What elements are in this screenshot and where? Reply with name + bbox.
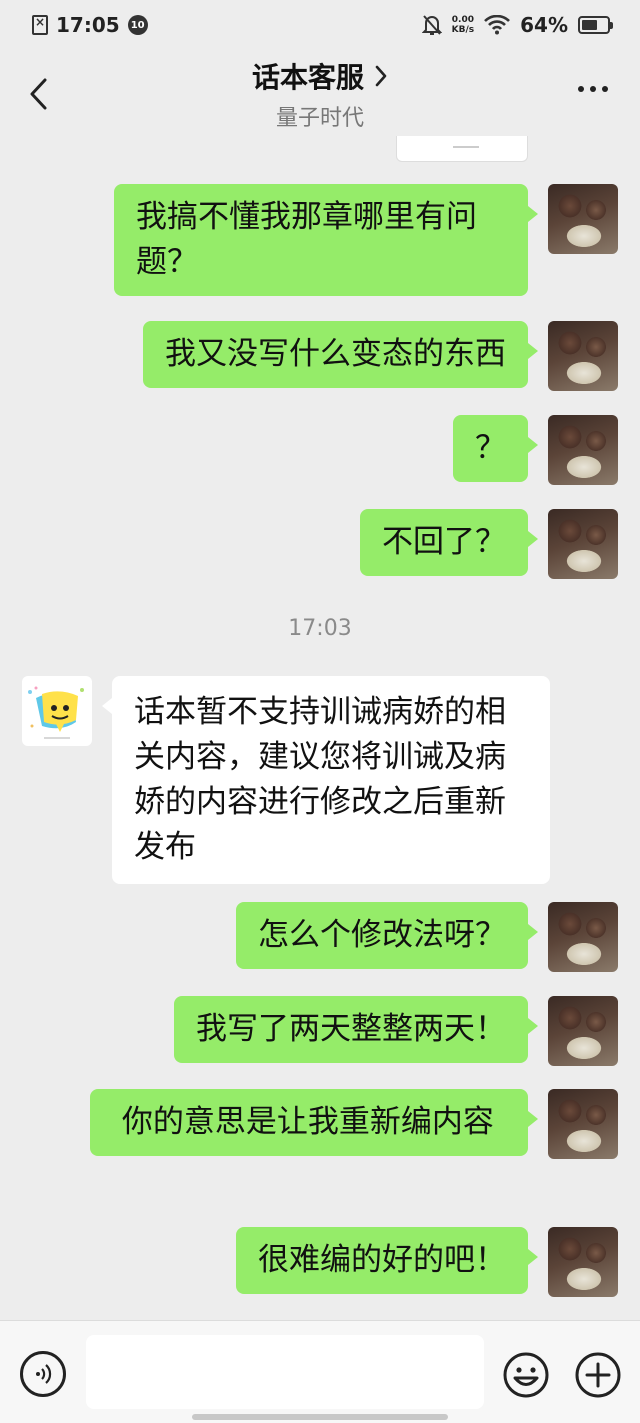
- emoji-icon: [503, 1352, 549, 1398]
- chat-title: 话本客服: [251, 61, 364, 94]
- chat-title-link[interactable]: 话本客服: [252, 56, 388, 96]
- battery-icon: [578, 16, 613, 34]
- status-bar: 17:05 10 0.00 KB/s 64%: [0, 0, 640, 50]
- message-row-sent: 很难编的好的吧！: [236, 1227, 618, 1297]
- more-dot: [590, 86, 596, 92]
- more-dot: [578, 86, 584, 92]
- status-left: 17:05 10: [32, 13, 148, 37]
- more-button[interactable]: [576, 80, 610, 98]
- sent-bubble[interactable]: ？: [453, 415, 538, 482]
- notification-badge: 10: [127, 15, 148, 35]
- user-avatar[interactable]: [548, 1227, 618, 1297]
- received-bubble[interactable]: 话本暂不支持训诫病娇的相关内容，建议您将训诫及病娇的内容进行修改之后重新发布: [102, 676, 550, 884]
- sent-bubble[interactable]: 不回了？: [360, 509, 538, 576]
- user-avatar[interactable]: [548, 509, 618, 579]
- net-speed-value: 0.00: [451, 15, 474, 25]
- emoji-button[interactable]: [502, 1351, 550, 1399]
- sent-bubble[interactable]: 我写了两天整整两天！: [174, 996, 538, 1063]
- sent-bubble[interactable]: 很难编的好的吧！: [236, 1227, 538, 1294]
- user-avatar[interactable]: [548, 1089, 618, 1159]
- message-row-received: 话本暂不支持训诫病娇的相关内容，建议您将训诫及病娇的内容进行修改之后重新发布: [22, 676, 550, 884]
- plus-button[interactable]: [574, 1351, 622, 1399]
- net-speed-unit: KB/s: [451, 25, 475, 35]
- sent-bubble[interactable]: 我搞不懂我那章哪里有问题？: [114, 184, 538, 296]
- status-time: 17:05: [56, 13, 120, 37]
- user-avatar[interactable]: [548, 321, 618, 391]
- more-dot: [602, 86, 608, 92]
- message-row-sent: 我写了两天整整两天！: [174, 996, 618, 1066]
- home-indicator[interactable]: [192, 1414, 448, 1420]
- message-row-sent: 不回了？: [360, 509, 618, 579]
- net-speed: 0.00 KB/s: [452, 15, 474, 35]
- user-avatar[interactable]: [548, 902, 618, 972]
- input-bar: [0, 1320, 640, 1423]
- wifi-icon: [484, 15, 511, 35]
- mute-bell-icon: [421, 15, 442, 35]
- card-line: [453, 146, 479, 148]
- message-row-sent: 我搞不懂我那章哪里有问题？: [114, 184, 618, 296]
- service-logo-icon: [28, 686, 84, 739]
- chat-subtitle: 量子时代: [275, 106, 364, 131]
- battery-fill: [582, 20, 598, 30]
- voice-button[interactable]: [20, 1351, 66, 1397]
- title-bar: 话本客服 量子时代: [0, 50, 640, 136]
- battery-percent: 64%: [520, 13, 568, 37]
- service-avatar[interactable]: [22, 676, 92, 746]
- user-avatar[interactable]: [548, 996, 618, 1066]
- timestamp: 17:03: [288, 616, 352, 641]
- message-row-sent: 你的意思是让我重新编内容: [90, 1089, 618, 1159]
- plus-icon: [575, 1352, 621, 1398]
- chevron-right-icon: [375, 65, 387, 87]
- user-avatar[interactable]: [548, 184, 618, 254]
- message-input[interactable]: [86, 1335, 484, 1409]
- title-wrap: 话本客服 量子时代: [0, 56, 640, 132]
- message-row-sent: 怎么个修改法呀？: [236, 902, 618, 972]
- no-sim-icon: [32, 15, 48, 35]
- voice-icon: [36, 1364, 52, 1384]
- previous-image-message[interactable]: [396, 136, 528, 162]
- message-row-sent: ？: [453, 415, 618, 485]
- sent-bubble[interactable]: 怎么个修改法呀？: [236, 902, 538, 969]
- sent-bubble[interactable]: 我又没写什么变态的东西: [143, 321, 538, 388]
- sent-bubble[interactable]: 你的意思是让我重新编内容: [90, 1089, 538, 1156]
- status-right: 0.00 KB/s 64%: [421, 13, 613, 37]
- user-avatar[interactable]: [548, 415, 618, 485]
- chat-area[interactable]: 我搞不懂我那章哪里有问题？ 我又没写什么变态的东西 ？ 不回了？ 17:03 话…: [0, 136, 640, 1320]
- message-row-sent: 我又没写什么变态的东西: [143, 321, 618, 391]
